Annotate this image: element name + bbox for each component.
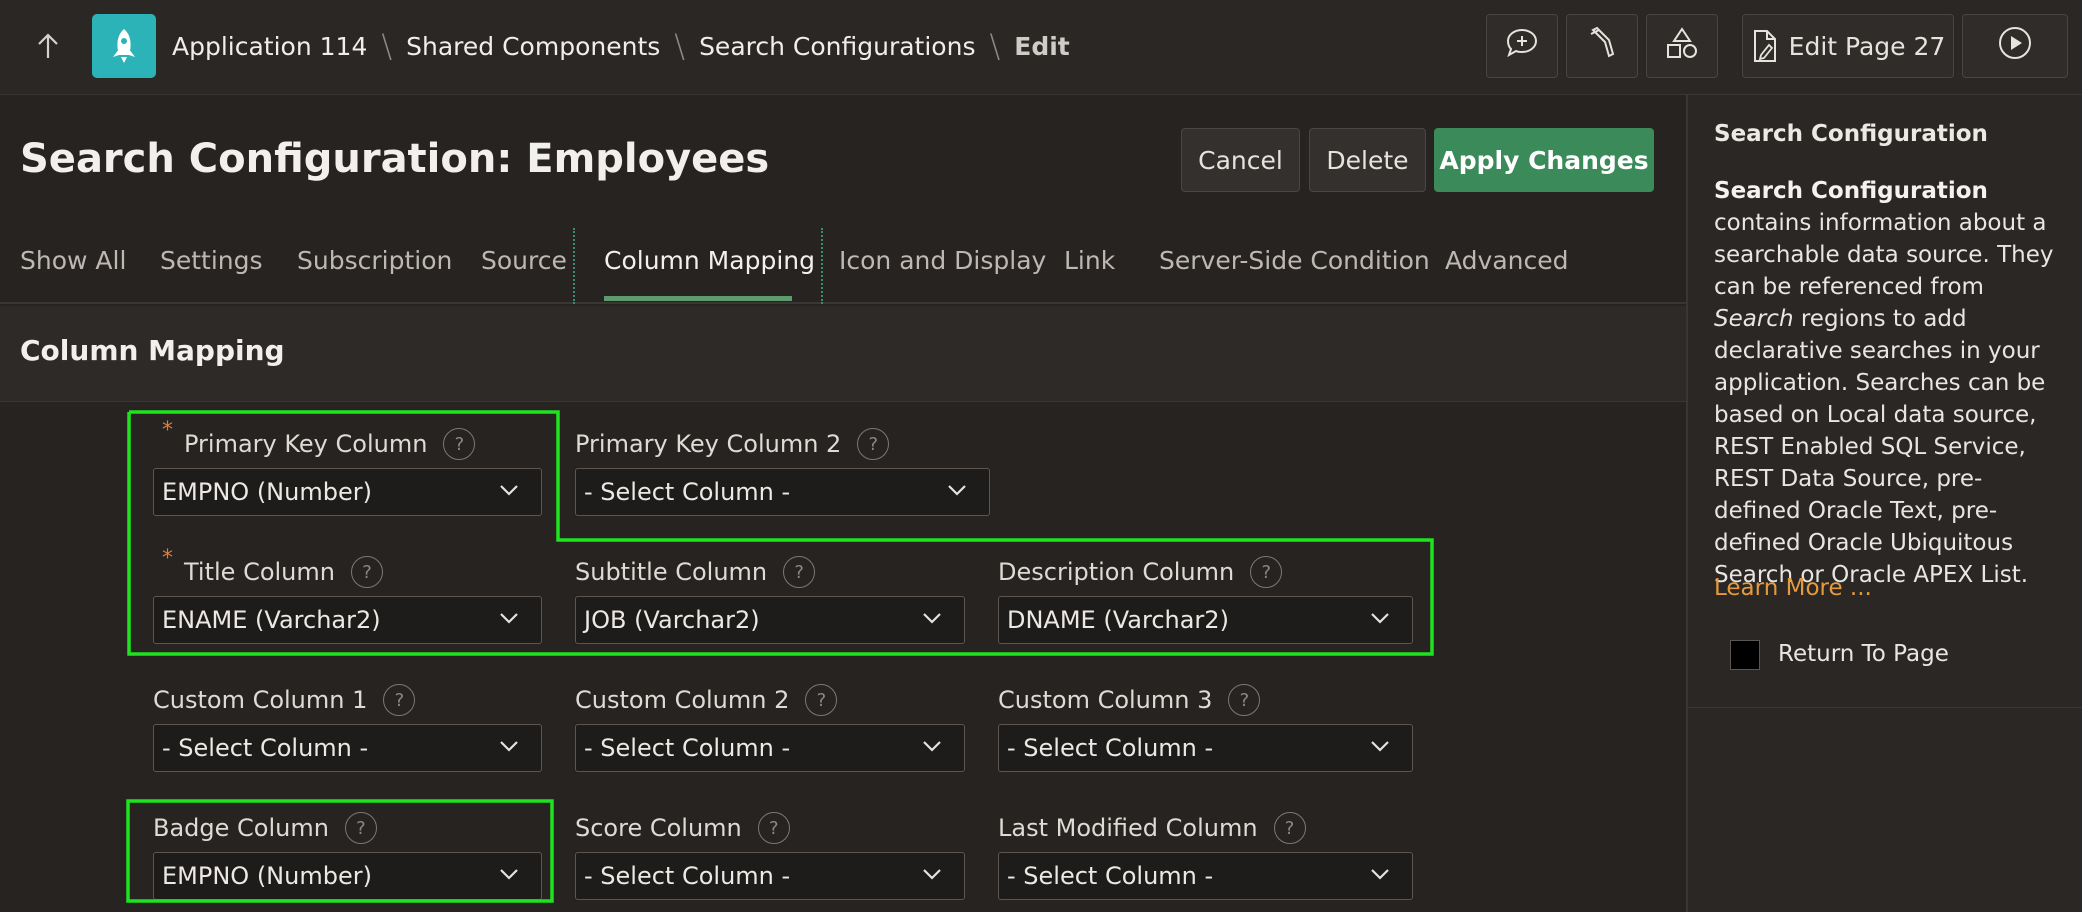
run-page-button[interactable]: [1962, 14, 2068, 78]
document-edit-icon: [1751, 29, 1779, 63]
help-text-part: regions to add declarative searches in y…: [1714, 306, 2046, 588]
help-panel-text: Search Configuration contains informatio…: [1714, 175, 2064, 591]
quick-edit-button[interactable]: [1566, 14, 1638, 78]
highlight-outline-badge: [126, 799, 554, 903]
edit-page-button[interactable]: Edit Page 27: [1742, 14, 1954, 78]
help-panel: Search Configuration Search Configuratio…: [1686, 95, 2082, 912]
return-to-page-label[interactable]: Return To Page: [1778, 641, 1949, 667]
apply-changes-button[interactable]: Apply Changes: [1434, 128, 1654, 192]
shapes-icon: [1665, 26, 1699, 66]
help-panel-title: Search Configuration: [1714, 121, 1988, 147]
divider: [1688, 707, 2082, 708]
highlight-outline-keys: [127, 410, 1434, 656]
return-to-page-checkbox[interactable]: [1730, 640, 1760, 670]
highlight-annotations: [126, 410, 1434, 903]
help-text-part: contains information about a searchable …: [1714, 210, 2054, 300]
edit-page-label: Edit Page 27: [1788, 31, 1946, 61]
play-icon: [1997, 25, 2033, 67]
help-text-bold: Search Configuration: [1714, 178, 1988, 204]
wand-icon: [1587, 26, 1617, 66]
comment-button[interactable]: [1486, 14, 1558, 78]
learn-more-link[interactable]: Learn More ...: [1714, 575, 1872, 601]
comment-plus-icon: [1505, 27, 1539, 65]
help-text-italic: Search: [1714, 306, 1794, 332]
tab-advanced[interactable]: Advanced: [1445, 246, 1569, 275]
shared-components-button[interactable]: [1646, 14, 1718, 78]
